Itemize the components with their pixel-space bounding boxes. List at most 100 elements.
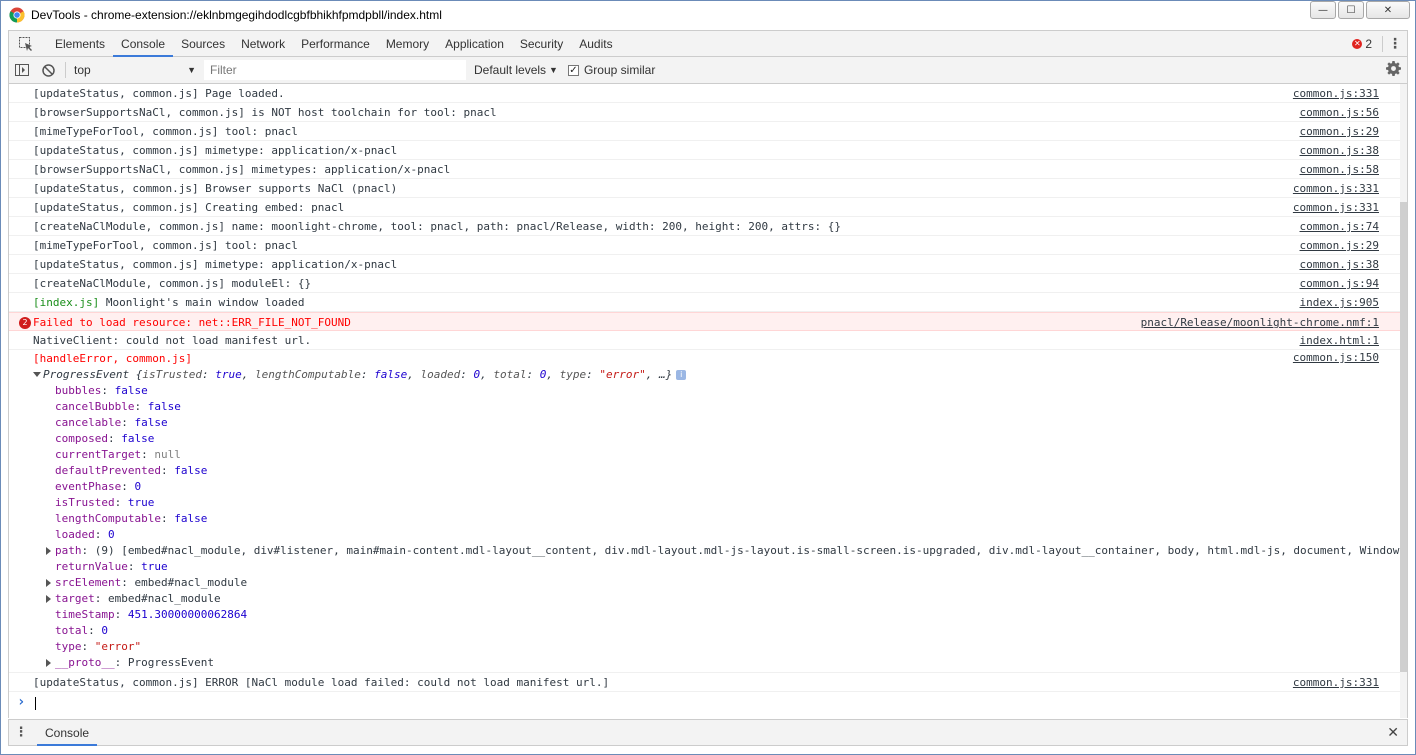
property-key: currentTarget [55,448,142,461]
property-colon: : [121,416,135,429]
drawer-menu-icon[interactable]: ⋮ [9,725,33,740]
minimize-button[interactable]: — [1310,1,1336,19]
show-sidebar-icon[interactable] [9,64,35,76]
expand-triangle-icon[interactable] [46,659,51,667]
close-window-button[interactable]: ✕ [1366,1,1410,19]
clear-console-icon[interactable] [35,63,61,77]
close-drawer-icon[interactable]: ✕ [1387,725,1399,741]
object-property[interactable]: srcElement: embed#nacl_module [33,575,1379,591]
message-source-link[interactable]: common.js:331 [1293,84,1379,103]
scrollbar-thumb[interactable] [1400,202,1407,672]
property-colon: : [114,496,128,509]
message-source-link[interactable]: common.js:150 [1293,350,1379,366]
levels-label: Default levels [474,63,547,77]
title-bar: DevTools - chrome-extension://eklnbmgegi… [0,0,1416,30]
message-source-link[interactable]: index.js:905 [1300,293,1379,312]
object-property[interactable]: path: (9) [embed#nacl_module, div#listen… [33,543,1406,559]
message-text: [updateStatus, common.js] Browser suppor… [33,182,398,195]
message-source-link[interactable]: common.js:58 [1300,160,1379,179]
message-source-link[interactable]: common.js:331 [1293,179,1379,198]
property-colon: : [134,400,148,413]
context-value: top [74,63,91,77]
group-similar-checkbox[interactable]: ✓ [567,64,579,76]
message-source-link[interactable]: pnacl/Release/moonlight-chrome.nmf:1 [1141,313,1379,332]
tab-sources[interactable]: Sources [173,31,233,57]
property-colon: : [121,480,135,493]
error-counter[interactable]: ✕ 2 [1342,35,1383,52]
message-prefix: [index.js] [33,296,100,309]
console-messages[interactable]: [updateStatus, common.js] Page loaded. co… [8,84,1408,718]
object-property: lengthComputable: false [33,511,1379,527]
message-source-link[interactable]: common.js:38 [1300,255,1379,274]
tab-elements[interactable]: Elements [47,31,113,57]
expand-triangle-icon[interactable] [46,595,51,603]
tab-console[interactable]: Console [113,31,174,57]
message-source-link[interactable]: common.js:29 [1300,236,1379,255]
message-source-link[interactable]: common.js:38 [1300,141,1379,160]
message-text: [mimeTypeForTool, common.js] tool: pnacl [33,125,298,138]
tab-security[interactable]: Security [512,31,571,57]
message-source-link[interactable]: common.js:29 [1300,122,1379,141]
object-property: bubbles: false [33,383,1379,399]
tab-list: Elements Console Sources Network Performance… [47,31,621,57]
gear-icon[interactable] [1386,61,1401,79]
property-value: false [174,464,208,477]
message-source-link[interactable]: common.js:74 [1300,217,1379,236]
message-text: Moonlight's main window loaded [99,296,305,309]
log-levels-dropdown[interactable]: Default levels ▼ [474,63,558,77]
message-source-link[interactable]: common.js:56 [1300,103,1379,122]
maximize-button[interactable]: ☐ [1338,1,1364,19]
filter-input[interactable] [204,60,466,80]
summary-comma: , [546,368,560,381]
message-text: [createNaClModule, common.js] moduleEl: … [33,277,312,290]
vertical-scrollbar[interactable] [1400,84,1407,718]
message-source-link[interactable]: common.js:331 [1293,198,1379,217]
collapse-triangle-icon[interactable] [33,372,41,377]
context-select[interactable]: top ▼ [70,60,200,80]
property-value: 0 [134,480,142,493]
object-property[interactable]: target: embed#nacl_module [33,591,1379,607]
chevron-down-icon: ▼ [549,65,558,75]
property-colon: : [81,544,95,557]
console-message: [mimeTypeForTool, common.js] tool: pnacl… [9,122,1407,141]
property-value: 0 [108,528,115,541]
message-text: Failed to load resource: net::ERR_FILE_N… [33,316,351,329]
property-value: false [134,416,168,429]
property-colon: : [94,592,108,605]
message-source-link[interactable]: common.js:94 [1300,274,1379,293]
property-key: timeStamp [55,608,115,621]
expand-triangle-icon[interactable] [46,579,51,587]
property-colon: : [141,448,155,461]
maximize-icon: ☐ [1346,4,1356,16]
window-title: DevTools - chrome-extension://eklnbmgegi… [31,8,442,22]
tab-application[interactable]: Application [437,31,512,57]
property-key: cancelBubble [55,400,135,413]
summary-colon: : [460,368,474,381]
tab-audits[interactable]: Audits [571,31,620,57]
message-source-link[interactable]: index.html:1 [1300,331,1379,350]
console-prompt[interactable]: › [9,692,1407,712]
tab-network[interactable]: Network [233,31,293,57]
console-message: [updateStatus, common.js] Browser suppor… [9,179,1407,198]
drawer-tab-console[interactable]: Console [37,720,98,746]
chrome-logo-icon [9,7,25,23]
info-icon[interactable]: i [676,370,687,380]
console-message: [browserSupportsNaCl, common.js] is NOT … [9,103,1407,122]
property-colon: : [160,464,175,477]
inspect-element-icon[interactable] [13,36,39,52]
more-options-icon[interactable]: ⋮ [1383,36,1407,52]
property-colon: : [114,608,128,621]
error-repeat-badge: 2 [19,317,31,329]
property-key: cancelable [55,416,122,429]
property-value: true [127,496,155,509]
message-source-link[interactable]: common.js:331 [1293,673,1379,692]
object-property[interactable]: __proto__: ProgressEvent [33,655,1379,671]
tab-memory[interactable]: Memory [378,31,437,57]
tab-performance[interactable]: Performance [293,31,378,57]
property-value: false [114,384,148,397]
message-text: [updateStatus, common.js] mimetype: appl… [33,258,398,271]
expand-triangle-icon[interactable] [46,547,51,555]
object-summary[interactable]: ProgressEvent {isTrusted: true, lengthCo… [9,367,1379,383]
property-key: target [55,592,95,605]
group-similar-toggle[interactable]: ✓ Group similar [567,63,655,77]
